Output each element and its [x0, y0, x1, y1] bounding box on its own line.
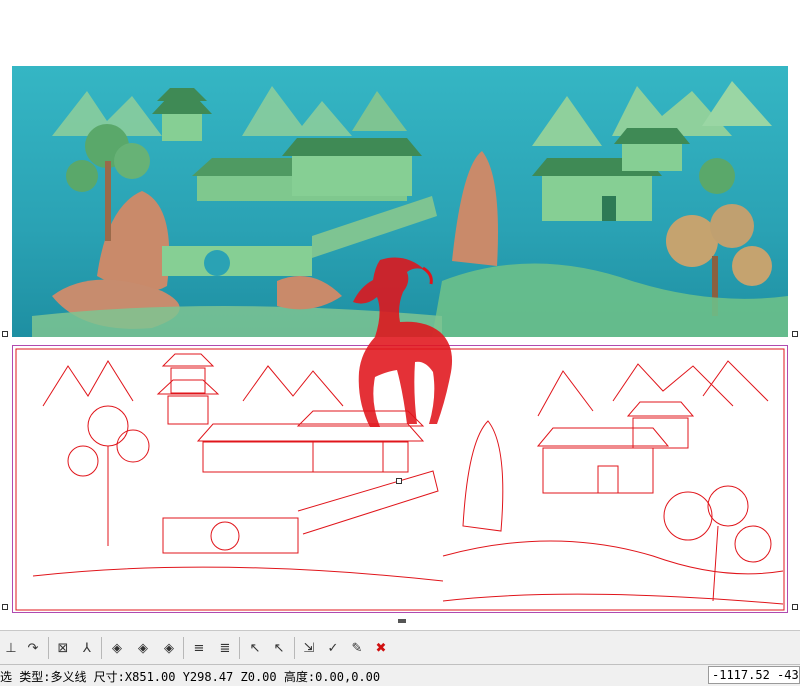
- toolbar-divider: [101, 637, 102, 659]
- selection-handle-center[interactable]: [396, 478, 402, 484]
- tool-line-icon[interactable]: ⊥: [0, 637, 22, 659]
- tool-layer-b-icon[interactable]: ≣: [214, 637, 236, 659]
- tool-check-icon[interactable]: ✓: [322, 637, 344, 659]
- horse-seal-stamp: [345, 252, 460, 437]
- cursor-coordinates: -1117.52 -430: [708, 666, 800, 684]
- drawing-canvas[interactable]: [0, 0, 800, 623]
- tool-angle-icon[interactable]: ⅄: [76, 637, 98, 659]
- tool-grid-a-icon[interactable]: ◈: [106, 637, 128, 659]
- scroll-marker[interactable]: [398, 619, 406, 623]
- toolbar-divider: [294, 637, 295, 659]
- tool-layer-a-icon[interactable]: ≡: [188, 637, 210, 659]
- tool-select-icon[interactable]: ↖: [244, 637, 266, 659]
- tool-move-icon[interactable]: ⇲: [298, 637, 320, 659]
- horse-icon: [353, 257, 453, 427]
- tool-edit-icon[interactable]: ✎: [346, 637, 368, 659]
- toolbar-divider: [48, 637, 49, 659]
- toolbar-divider: [183, 637, 184, 659]
- status-text: 选 类型:多义线 尺寸:X851.00 Y298.47 Z0.00 高度:0.0…: [0, 670, 381, 684]
- selection-handle-bottom-left[interactable]: [2, 604, 8, 610]
- tool-deselect-icon[interactable]: ↖: [268, 637, 290, 659]
- selection-handle-bottom-right[interactable]: [792, 604, 798, 610]
- selection-handle-right[interactable]: [792, 331, 798, 337]
- tool-node-icon[interactable]: ⊠: [52, 637, 74, 659]
- drawing-toolbar: ⊥ ↷ ⊠ ⅄ ◈ ◈ ◈ ≡ ≣ ↖ ↖ ⇲ ✓ ✎ ✖: [0, 630, 800, 665]
- tool-grid-b-icon[interactable]: ◈: [132, 637, 154, 659]
- tool-delete-icon[interactable]: ✖: [370, 637, 392, 659]
- toolbar-divider: [239, 637, 240, 659]
- selection-handle-left[interactable]: [2, 331, 8, 337]
- tool-trim-icon[interactable]: ↷: [22, 637, 44, 659]
- status-bar: 选 类型:多义线 尺寸:X851.00 Y298.47 Z0.00 高度:0.0…: [0, 664, 800, 686]
- tool-grid-c-icon[interactable]: ◈: [158, 637, 180, 659]
